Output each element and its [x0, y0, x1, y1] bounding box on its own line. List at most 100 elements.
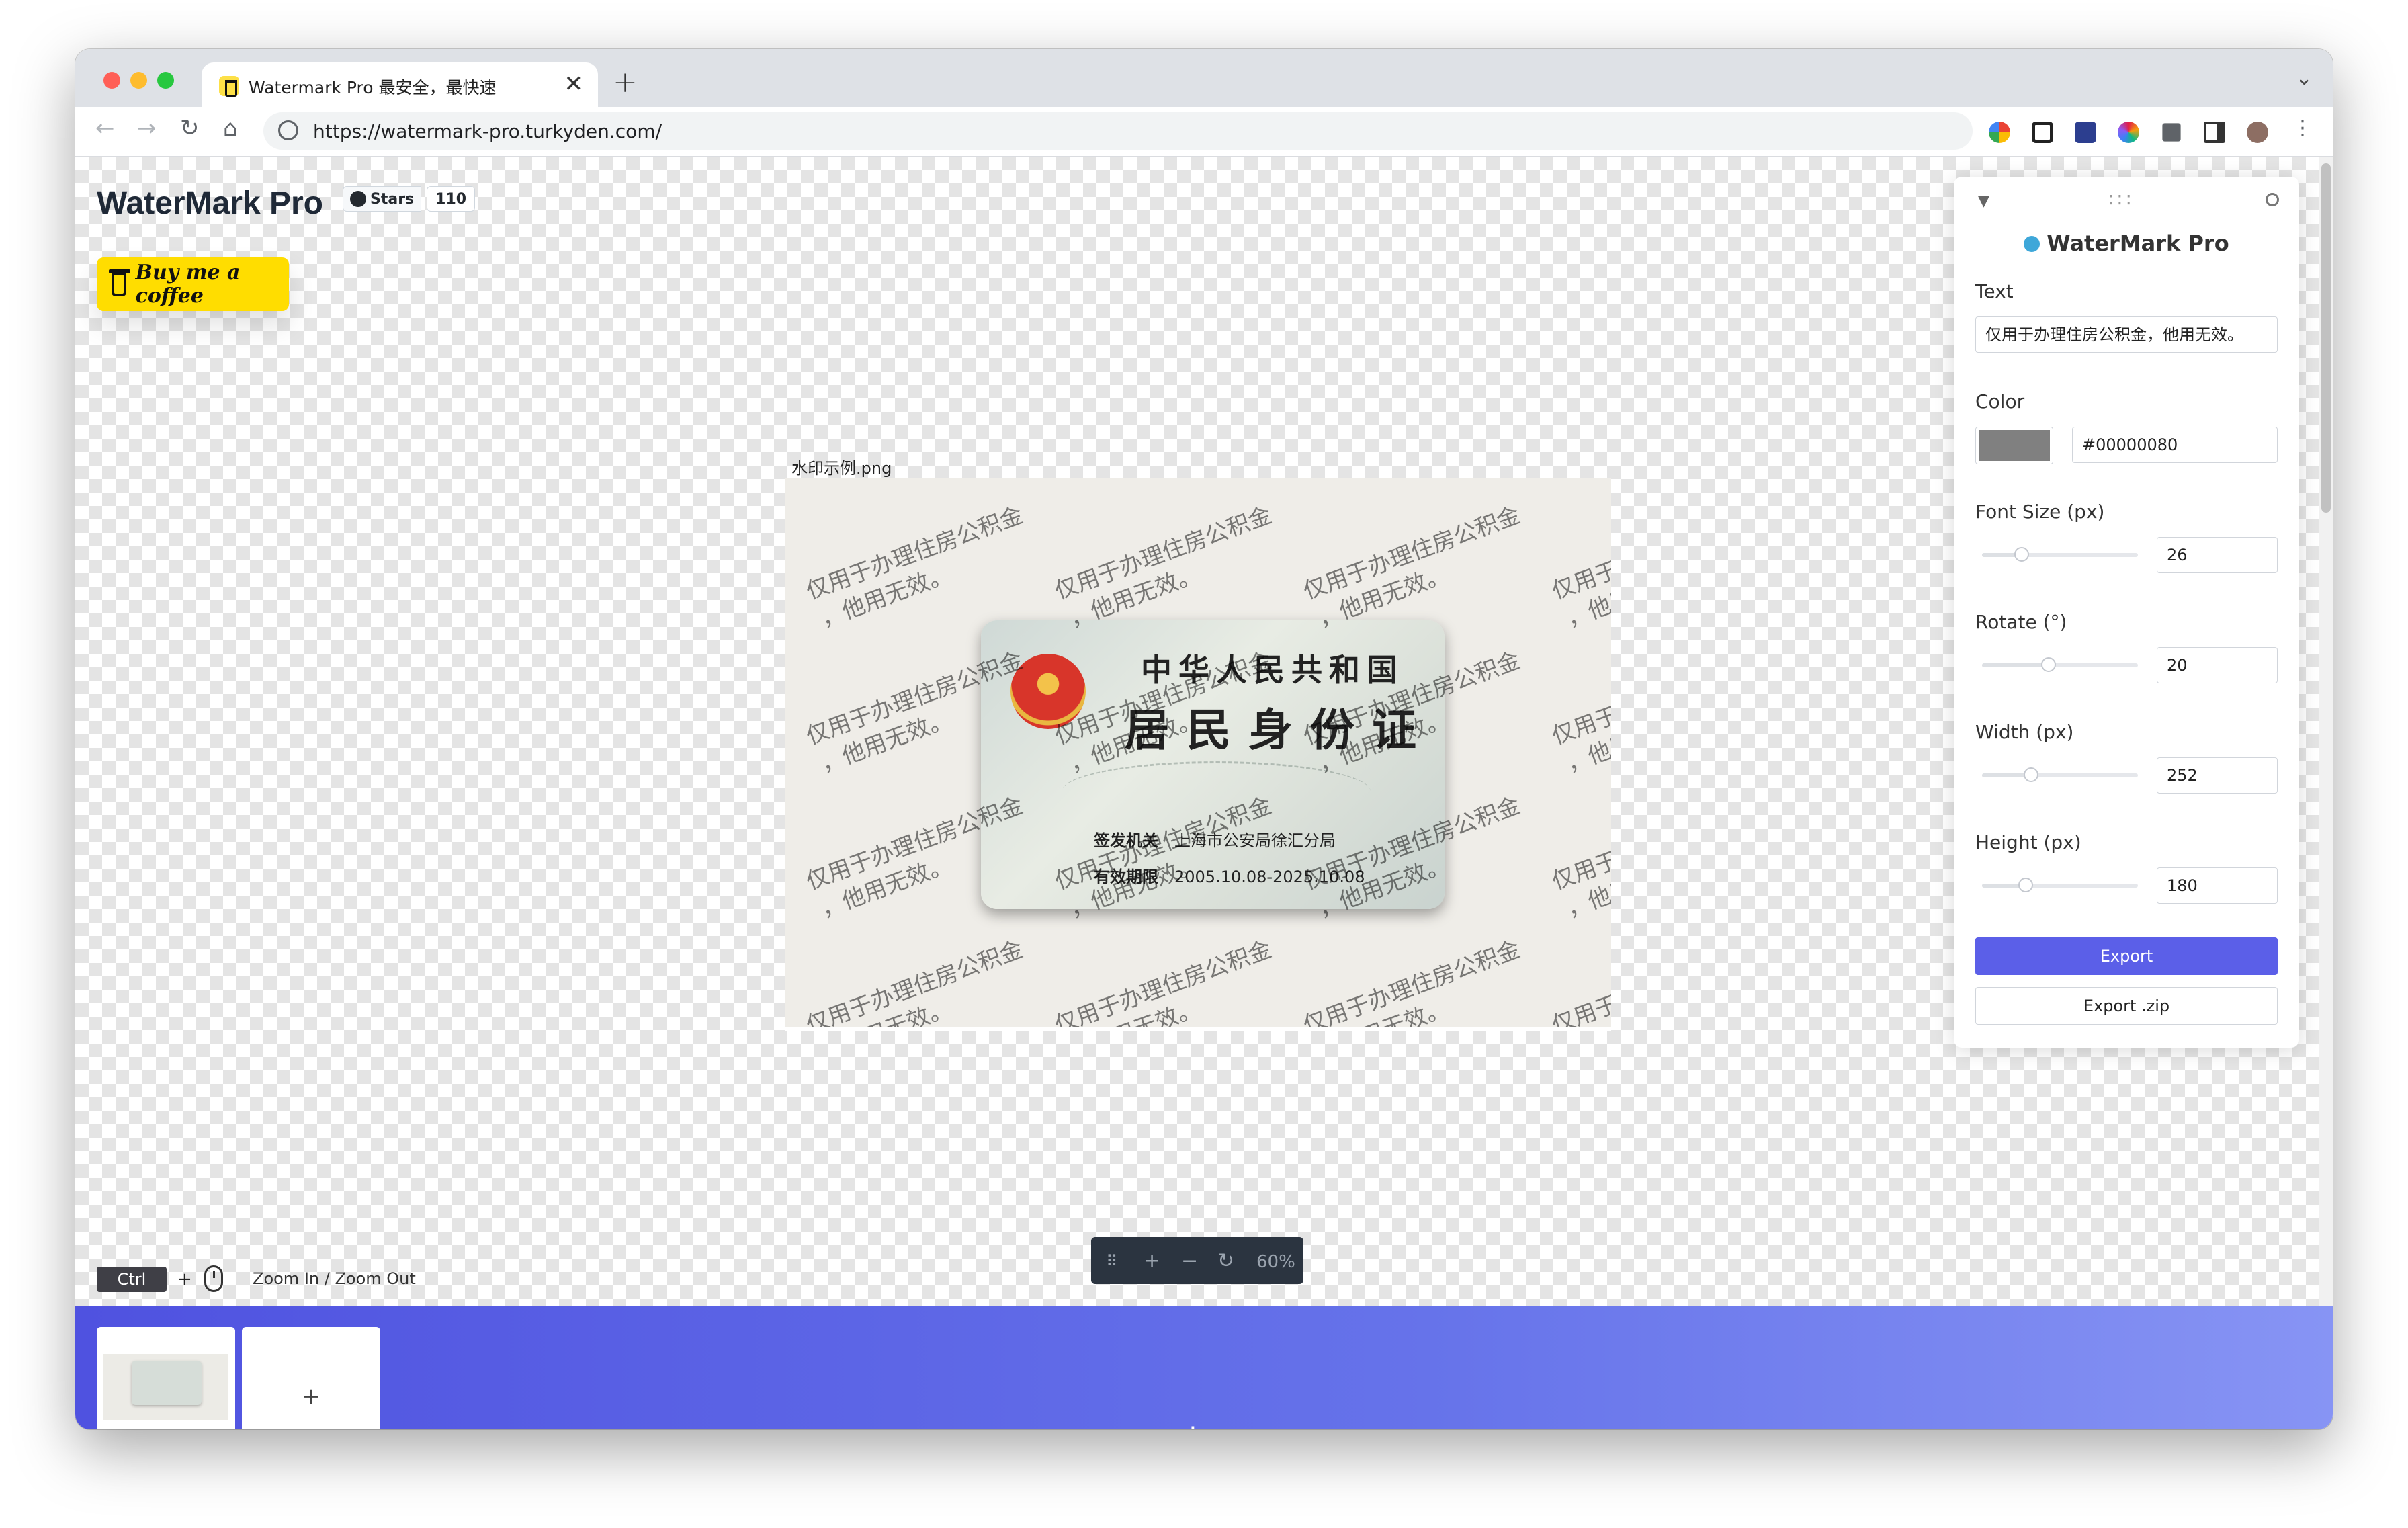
watermark-text: 仅用于，他用	[1548, 846, 1611, 923]
browser-menu-icon[interactable]: ⋮	[2292, 116, 2313, 140]
extension-square-icon[interactable]	[2032, 122, 2053, 143]
canvas-area[interactable]: WaterMark Pro Stars 110 Buy me a coffee …	[75, 157, 2319, 1306]
watermark-text: 仅用于办理住房公积金 ，他用无效。	[802, 501, 1027, 633]
buy-me-a-coffee-button[interactable]: Buy me a coffee	[97, 257, 289, 311]
image-preview[interactable]: 中华人民共和国 居民身份证 签发机关 上海市公安局徐汇分局 有效期限 2005.10…	[785, 478, 1611, 1031]
add-image-plus: +	[301, 1383, 321, 1410]
color-label: Color	[1975, 390, 2025, 413]
rotate-input[interactable]: 20	[2157, 647, 2278, 683]
font-size-label: Font Size (px)	[1975, 501, 2105, 523]
browser-tab-active[interactable]: Watermark Pro 最安全，最快速 ✕	[202, 62, 598, 107]
search-icon[interactable]	[2266, 193, 2279, 206]
image-file-name: 水印示例.png	[791, 459, 892, 478]
color-swatch-fill	[1979, 430, 2050, 461]
new-tab-button[interactable]: +	[613, 65, 638, 99]
reset-zoom-icon[interactable]: ↻	[1217, 1249, 1234, 1273]
github-stars-badge[interactable]: Stars 110	[343, 186, 476, 212]
zoom-in-button[interactable]: +	[1144, 1249, 1160, 1273]
close-tab-button[interactable]: ✕	[564, 71, 584, 97]
close-window-button[interactable]	[103, 72, 120, 89]
extension-color-icon[interactable]	[2118, 122, 2139, 143]
national-emblem-icon	[1010, 654, 1086, 729]
watermark-text: 仅用于办理住房公积金 ，他用无效。	[1299, 501, 1524, 633]
card-issuer-row: 签发机关 上海市公安局徐汇分局	[1094, 827, 1336, 851]
tab-title: Watermark Pro 最安全，最快速	[249, 78, 497, 97]
zoom-percent: 60%	[1256, 1252, 1295, 1272]
tab-strip: Watermark Pro 最安全，最快速 ✕ + ⌄	[75, 49, 2333, 107]
height-slider-knob[interactable]	[2018, 878, 2033, 892]
browser-toolbar: ← → ↻ ⌂ https://watermark-pro.turkyden.c…	[75, 107, 2333, 157]
zoom-out-button[interactable]: −	[1181, 1249, 1198, 1273]
brand-title: WaterMark Pro	[97, 185, 323, 221]
home-icon[interactable]: ⌂	[223, 115, 238, 142]
width-input[interactable]: 252	[2157, 757, 2278, 794]
logo-icon	[2024, 236, 2040, 252]
height-input[interactable]: 180	[2157, 867, 2278, 904]
add-image-button[interactable]: +	[242, 1327, 380, 1429]
mouse-scroll-icon	[204, 1265, 223, 1292]
ctrl-key-badge: Ctrl	[97, 1267, 167, 1292]
github-stars-count[interactable]: 110	[427, 186, 476, 212]
font-size-slider[interactable]	[1982, 547, 2138, 562]
width-slider-knob[interactable]	[2024, 767, 2038, 782]
rotate-slider-knob[interactable]	[2041, 657, 2056, 672]
watermark-text: 仅用于办理住房公积金 ，他用无效。	[1299, 935, 1524, 1031]
maximize-window-button[interactable]	[157, 72, 174, 89]
watermark-text: 仅用于，他用	[1548, 990, 1611, 1031]
font-size-slider-knob[interactable]	[2014, 547, 2029, 562]
card-issuer-label: 签发机关	[1094, 831, 1158, 850]
reload-icon[interactable]: ↻	[180, 115, 200, 142]
back-arrow-icon[interactable]: ←	[95, 115, 115, 142]
watermark-text-input[interactable]: 仅用于办理住房公积金，他用无效。	[1975, 316, 2278, 353]
extension-qr-icon[interactable]	[2075, 122, 2096, 143]
collapse-caret-icon[interactable]: ▼	[1978, 193, 1989, 210]
height-slider[interactable]	[1982, 878, 2138, 892]
minimize-window-button[interactable]	[130, 72, 147, 89]
zoom-hint-plus: +	[177, 1269, 192, 1289]
panel-drag-handle-icon[interactable]: ∶∶∶	[2108, 189, 2135, 211]
forward-arrow-icon[interactable]: →	[137, 115, 157, 142]
github-icon	[350, 191, 366, 207]
coffee-label: Buy me a coffee	[135, 261, 241, 308]
image-thumbnail[interactable]	[97, 1327, 235, 1429]
card-validity-label: 有效期限	[1094, 867, 1158, 886]
watermark-text: 仅用于办理住房公积金 ，他用无效。	[1051, 935, 1275, 1031]
profile-avatar[interactable]	[2247, 122, 2268, 143]
settings-panel: ▼ ∶∶∶ WaterMark Pro Text 仅用于办理住房公积金，他用无效…	[1954, 177, 2299, 1048]
zoom-control-bar: ⠿ + − ↻ 60%	[1091, 1237, 1303, 1284]
font-size-input[interactable]: 26	[2157, 537, 2278, 573]
side-panel-icon[interactable]	[2204, 122, 2225, 143]
extensions-puzzle-icon[interactable]	[2162, 123, 2181, 142]
export-button[interactable]: Export	[1975, 937, 2278, 975]
coffee-favicon-icon	[219, 76, 239, 97]
watermark-text: 仅用于，他用	[1548, 556, 1611, 633]
site-info-icon[interactable]	[278, 120, 298, 140]
card-validity-value: 2005.10.08-2025.10.08	[1174, 867, 1365, 886]
github-stars-label: Stars	[370, 190, 415, 208]
tab-search-chevron-icon[interactable]: ⌄	[2296, 67, 2313, 90]
page-scrollbar[interactable]	[2319, 157, 2333, 1429]
scrollbar-thumb[interactable]	[2321, 163, 2331, 513]
scroll-down-arrow-icon[interactable]: ↓	[1180, 1420, 1206, 1429]
browser-window: Watermark Pro 最安全，最快速 ✕ + ⌄ ← → ↻ ⌂ http…	[75, 49, 2333, 1429]
coffee-cup-icon	[109, 269, 130, 296]
card-validity-row: 有效期限 2005.10.08-2025.10.08	[1094, 863, 1365, 887]
great-wall-graphic	[1062, 761, 1371, 822]
id-card-image: 中华人民共和国 居民身份证 签发机关 上海市公安局徐汇分局 有效期限 2005.10…	[981, 620, 1445, 909]
address-bar[interactable]: https://watermark-pro.turkyden.com/	[263, 112, 1973, 150]
drag-handle-icon[interactable]: ⠿	[1106, 1252, 1118, 1271]
width-slider[interactable]	[1982, 767, 2138, 782]
watermark-text: 仅用于办理住房公积金 ，他用无效。	[1051, 501, 1275, 633]
extension-chrome-icon[interactable]	[1989, 122, 2010, 143]
rotate-slider[interactable]	[1982, 657, 2138, 672]
rotate-label: Rotate (°)	[1975, 611, 2067, 633]
color-hex-input[interactable]: #00000080	[2072, 427, 2278, 463]
color-swatch[interactable]	[1975, 427, 2053, 464]
panel-title: WaterMark Pro	[1954, 230, 2299, 256]
image-gallery-strip: + ↓	[75, 1306, 2333, 1429]
card-title-line2: 居民身份证	[1125, 704, 1434, 756]
export-zip-button[interactable]: Export .zip	[1975, 987, 2278, 1025]
github-stars-button[interactable]: Stars	[343, 186, 422, 212]
watermark-text: 仅用于办理住房公积金 ，他用无效。	[802, 935, 1027, 1031]
url-text: https://watermark-pro.turkyden.com/	[313, 120, 662, 142]
